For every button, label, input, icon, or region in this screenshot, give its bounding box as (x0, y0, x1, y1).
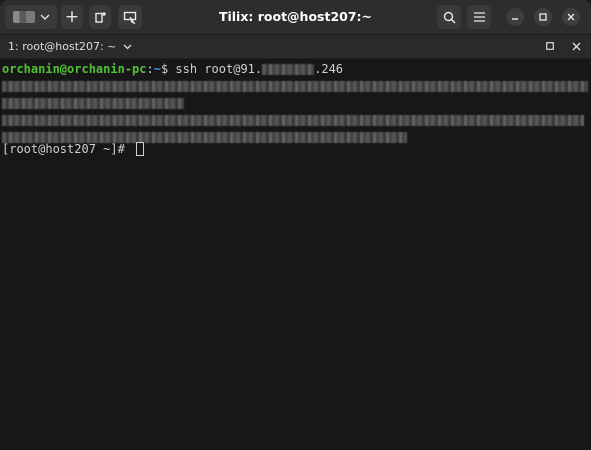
terminal-maximize-icon[interactable] (546, 42, 554, 50)
command-suffix: .246 (314, 62, 344, 76)
redacted-output-line (2, 78, 588, 95)
chevron-down-icon[interactable] (122, 41, 133, 52)
terminal-title-bar: 1: root@host207: ~ (0, 35, 591, 59)
search-icon (443, 11, 456, 24)
tilix-window: + Tilix: root@host207:~ 1: root@host207:… (0, 0, 591, 450)
close-button[interactable] (562, 8, 580, 26)
chevron-down-icon (40, 14, 50, 20)
window-title: Tilix: root@host207:~ (218, 9, 373, 24)
sync-input-button[interactable] (118, 5, 142, 29)
add-icon: + (64, 7, 80, 27)
prompt-user: orchanin@orchanin-pc (2, 62, 147, 76)
close-icon (567, 13, 575, 21)
header-bar: + Tilix: root@host207:~ (0, 0, 591, 35)
maximize-button[interactable] (534, 8, 552, 26)
session-switcher-button[interactable] (5, 5, 57, 29)
hamburger-menu-icon (473, 12, 485, 22)
ssh-command-line: orchanin@orchanin-pc:~$ ssh root@91. .246 (2, 61, 343, 78)
prompt-separator: : (146, 62, 154, 76)
terminal-title[interactable]: 1: root@host207: ~ (8, 35, 116, 58)
new-window-icon (94, 11, 106, 23)
text-cursor (136, 142, 145, 156)
prompt-symbol: $ (160, 62, 176, 76)
remote-prompt: [root@host207 ~]# (2, 142, 133, 156)
prompt-path: ~ (153, 62, 161, 76)
minimize-button[interactable] (506, 8, 524, 26)
redacted-output-line (2, 112, 584, 129)
redacted-text (2, 115, 584, 126)
command-prefix: ssh root@91. (175, 62, 263, 76)
terminal-close-icon[interactable] (572, 42, 581, 51)
add-session-button[interactable]: + (61, 5, 83, 29)
redacted-output-line (2, 95, 184, 112)
new-window-button[interactable] (89, 5, 111, 29)
search-button[interactable] (437, 5, 461, 29)
maximize-icon (539, 13, 547, 21)
menu-button[interactable] (467, 5, 491, 29)
session-thumbnail (13, 11, 35, 23)
redacted-ip (262, 64, 315, 75)
redacted-text (2, 81, 588, 92)
minimize-icon (512, 18, 518, 20)
remote-prompt-line: [root@host207 ~]# (2, 141, 145, 158)
redacted-text (2, 98, 184, 109)
terminal-output[interactable]: orchanin@orchanin-pc:~$ ssh root@91. .246… (0, 59, 591, 450)
sync-input-icon (123, 11, 137, 24)
